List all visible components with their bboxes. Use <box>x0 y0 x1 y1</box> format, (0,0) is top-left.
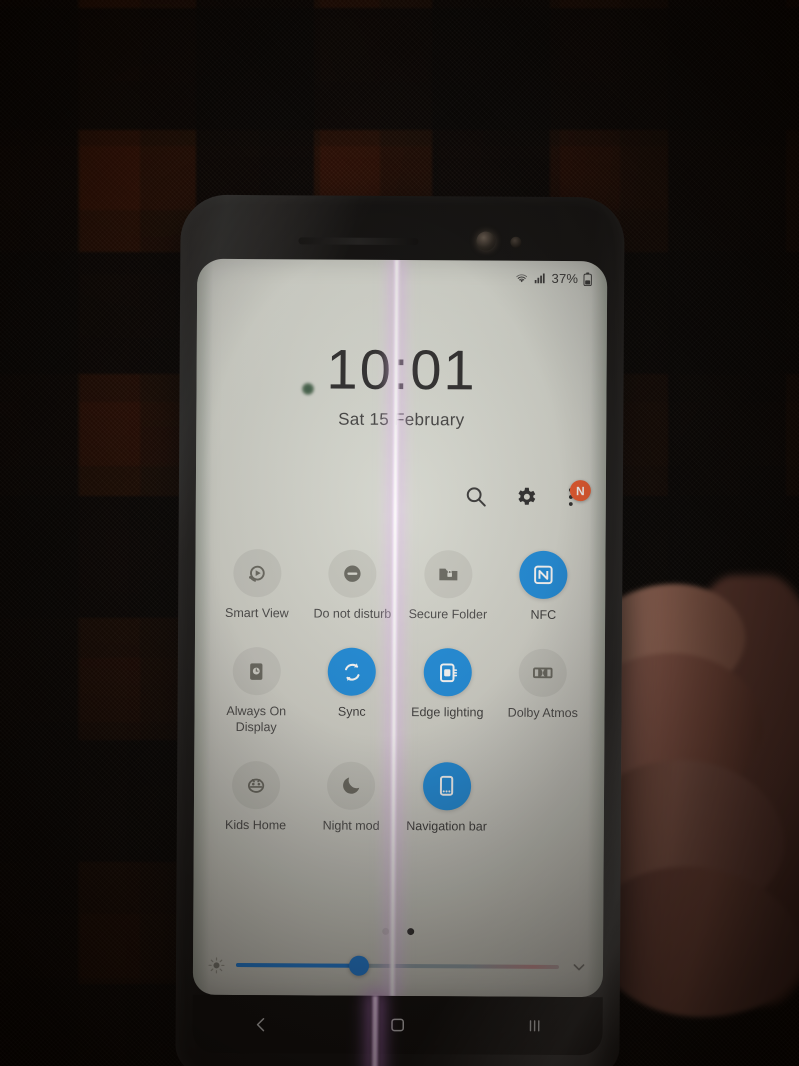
tile-label: Edge lighting <box>411 705 484 720</box>
back-button[interactable] <box>233 1007 289 1041</box>
brightness-slider-row <box>207 955 589 977</box>
quick-tile-secure-folder[interactable]: Secure Folder <box>400 550 496 623</box>
dolby-atmos-icon <box>518 648 568 698</box>
home-button[interactable] <box>370 1008 426 1042</box>
quick-tile-navigation-bar[interactable]: Navigation bar <box>399 761 495 835</box>
page-dot-active[interactable] <box>407 928 415 936</box>
night-mode-icon <box>327 761 376 810</box>
quick-settings-header-icons: N <box>464 480 591 509</box>
tile-label: Secure Folder <box>408 607 488 622</box>
photo-scene: 37% 10:01 Sat 15 February N Smart View D… <box>0 0 799 1066</box>
quick-tile-edge-lighting[interactable]: Edge lighting <box>399 648 495 736</box>
tile-label: Night mod <box>322 818 380 833</box>
nfc-icon <box>519 550 568 600</box>
brightness-thumb[interactable] <box>348 955 369 976</box>
brightness-fill <box>235 963 359 968</box>
dead-pixel-blotch <box>301 382 315 396</box>
do-not-disturb-icon <box>328 549 377 598</box>
smartphone-device: 37% 10:01 Sat 15 February N Smart View D… <box>175 194 625 1066</box>
quick-tile-sync[interactable]: Sync <box>304 647 400 736</box>
kids-home-icon <box>231 760 280 810</box>
page-dot[interactable] <box>382 927 390 935</box>
smart-view-icon <box>232 548 282 598</box>
sync-icon <box>327 647 377 697</box>
overflow-menu-icon[interactable]: N <box>564 480 591 509</box>
quick-tile-do-not-disturb[interactable]: Do not disturb <box>305 549 401 622</box>
battery-percent-label: 37% <box>551 270 579 287</box>
top-bezel-sensors <box>180 217 624 264</box>
clock-time: 10:01 <box>326 337 477 402</box>
earpiece-speaker <box>298 237 419 246</box>
always-on-display-icon <box>232 647 281 696</box>
quick-tile-empty-slot <box>494 762 590 835</box>
quick-tile-always-on-display[interactable]: Always On Display <box>208 647 304 735</box>
recents-button[interactable] <box>506 1009 562 1043</box>
clock-date: Sat 15 February <box>338 409 465 430</box>
gear-icon[interactable] <box>514 485 538 509</box>
front-camera-icon <box>476 231 496 251</box>
tile-label: Sync <box>337 704 366 720</box>
chevron-down-icon[interactable] <box>569 957 589 977</box>
cellular-signal-icon <box>535 273 546 284</box>
tile-label: Always On Display <box>226 704 287 734</box>
quick-settings-grid: Smart View Do not disturb Secure Folder … <box>208 548 592 835</box>
tile-label: NFC <box>530 607 557 622</box>
tile-label: Kids Home <box>224 817 287 833</box>
quick-tile-kids-home[interactable]: Kids Home <box>208 760 304 834</box>
android-navigation-bar <box>192 994 603 1056</box>
secure-folder-icon <box>423 550 473 599</box>
notification-badge: N <box>569 480 591 502</box>
brightness-track[interactable] <box>235 955 559 976</box>
battery-icon <box>583 272 592 286</box>
iris-sensor-icon <box>510 236 522 248</box>
phone-screen: 37% 10:01 Sat 15 February N Smart View D… <box>192 258 608 998</box>
empty-slot <box>518 762 566 810</box>
tile-label: Dolby Atmos <box>507 705 578 721</box>
brightness-icon <box>208 956 225 973</box>
clock-block: 10:01 Sat 15 February <box>196 337 607 432</box>
tile-label: Navigation bar <box>406 818 487 834</box>
quick-tile-nfc[interactable]: NFC <box>496 550 592 624</box>
quick-tile-smart-view[interactable]: Smart View <box>209 548 305 622</box>
edge-lighting-icon <box>423 648 472 697</box>
search-icon[interactable] <box>464 484 488 508</box>
quick-tile-night-mode[interactable]: Night mod <box>303 761 399 834</box>
quick-tile-dolby-atmos[interactable]: Dolby Atmos <box>495 648 591 737</box>
wifi-icon <box>516 274 528 283</box>
tile-label: Smart View <box>225 605 289 621</box>
tile-label: Do not disturb <box>313 606 392 621</box>
page-indicator <box>193 927 603 937</box>
status-bar: 37% <box>515 271 594 286</box>
navigation-bar-icon <box>422 761 471 811</box>
